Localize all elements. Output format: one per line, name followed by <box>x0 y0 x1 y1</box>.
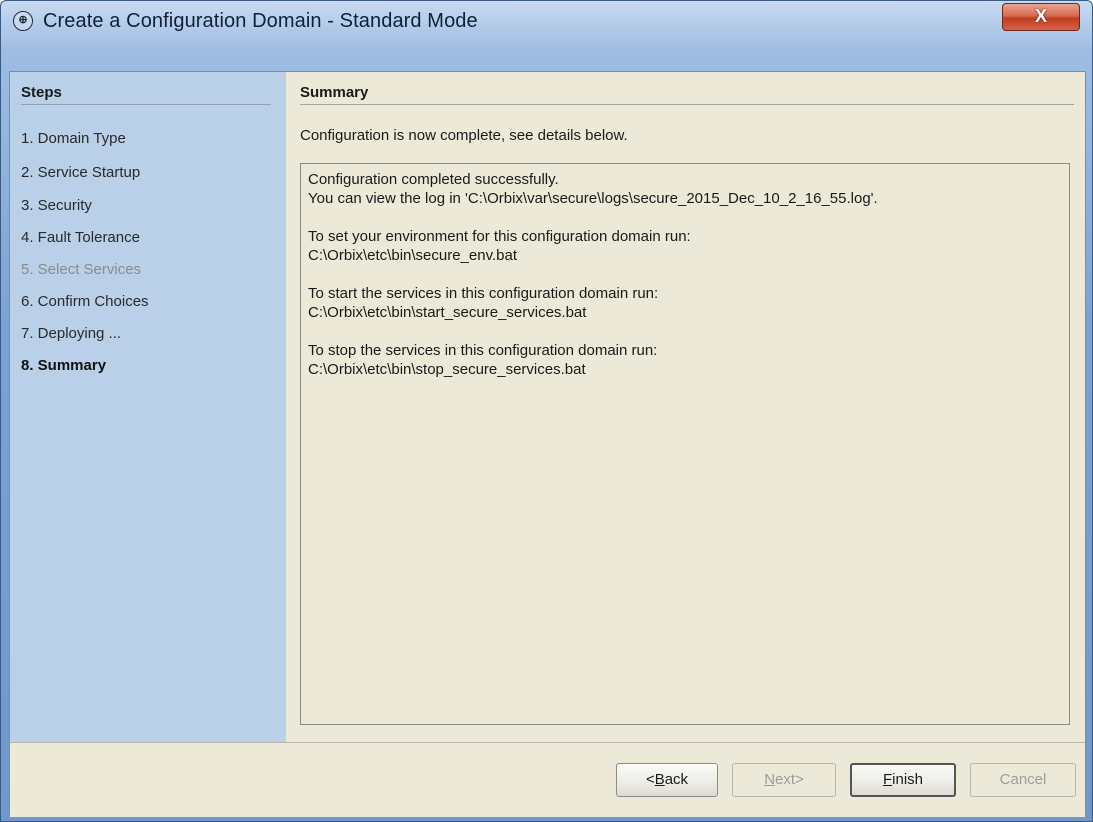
step-select-services: 5. Select Services <box>21 261 142 278</box>
dialog-client-area: Steps 1. Domain Type 2. Service Startup … <box>9 71 1086 817</box>
window-title: Create a Configuration Domain - Standard… <box>43 10 478 32</box>
details-line: To start the services in this configurat… <box>308 285 659 302</box>
details-text-area[interactable]: Configuration completed successfully. Yo… <box>300 163 1070 725</box>
details-line: Configuration completed successfully. <box>308 171 559 188</box>
details-line <box>308 208 1062 227</box>
step-summary: 8. Summary <box>21 357 107 374</box>
app-icon: ⊕ <box>13 11 33 31</box>
details-line: To stop the services in this configurati… <box>308 342 658 359</box>
next-button-rest: ext> <box>775 771 804 788</box>
details-line <box>308 322 1062 341</box>
summary-panel: Summary Configuration is now complete, s… <box>286 72 1085 742</box>
step-security: 3. Security <box>21 197 92 214</box>
details-line: C:\Orbix\etc\bin\start_secure_services.b… <box>308 304 587 321</box>
details-line: C:\Orbix\etc\bin\stop_secure_services.ba… <box>308 361 586 378</box>
steps-heading: Steps <box>21 84 62 101</box>
details-line <box>308 265 1062 284</box>
details-line: C:\Orbix\etc\bin\secure_env.bat <box>308 247 517 264</box>
button-bar: <Back Next> Finish Cancel <box>10 742 1085 817</box>
next-button[interactable]: Next> <box>732 763 836 797</box>
finish-button[interactable]: Finish <box>850 763 956 797</box>
summary-divider <box>300 104 1074 105</box>
back-button-prefix: < <box>645 771 655 788</box>
steps-divider <box>21 104 271 105</box>
step-service-startup: 2. Service Startup <box>21 164 141 181</box>
summary-heading: Summary <box>300 84 369 101</box>
step-deploying: 7. Deploying ... <box>21 325 122 342</box>
back-button-rest: ack <box>664 771 689 788</box>
back-button[interactable]: <Back <box>616 763 718 797</box>
next-button-mnemonic: N <box>764 771 776 788</box>
finish-button-mnemonic: F <box>882 771 893 788</box>
details-line: You can view the log in 'C:\Orbix\var\se… <box>308 190 878 207</box>
step-fault-tolerance: 4. Fault Tolerance <box>21 229 140 246</box>
cancel-button[interactable]: Cancel <box>970 763 1076 797</box>
steps-panel: Steps 1. Domain Type 2. Service Startup … <box>10 72 286 742</box>
dialog-window: ⊕ Create a Configuration Domain - Standa… <box>0 0 1093 822</box>
step-domain-type: 1. Domain Type <box>21 130 126 147</box>
close-button[interactable]: X <box>1002 3 1080 31</box>
step-confirm-choices: 6. Confirm Choices <box>21 293 149 310</box>
title-bar[interactable]: ⊕ Create a Configuration Domain - Standa… <box>1 1 1092 43</box>
details-line: To set your environment for this configu… <box>308 228 691 245</box>
finish-button-rest: inish <box>892 771 924 788</box>
summary-intro: Configuration is now complete, see detai… <box>300 127 628 144</box>
back-button-mnemonic: B <box>654 771 665 788</box>
